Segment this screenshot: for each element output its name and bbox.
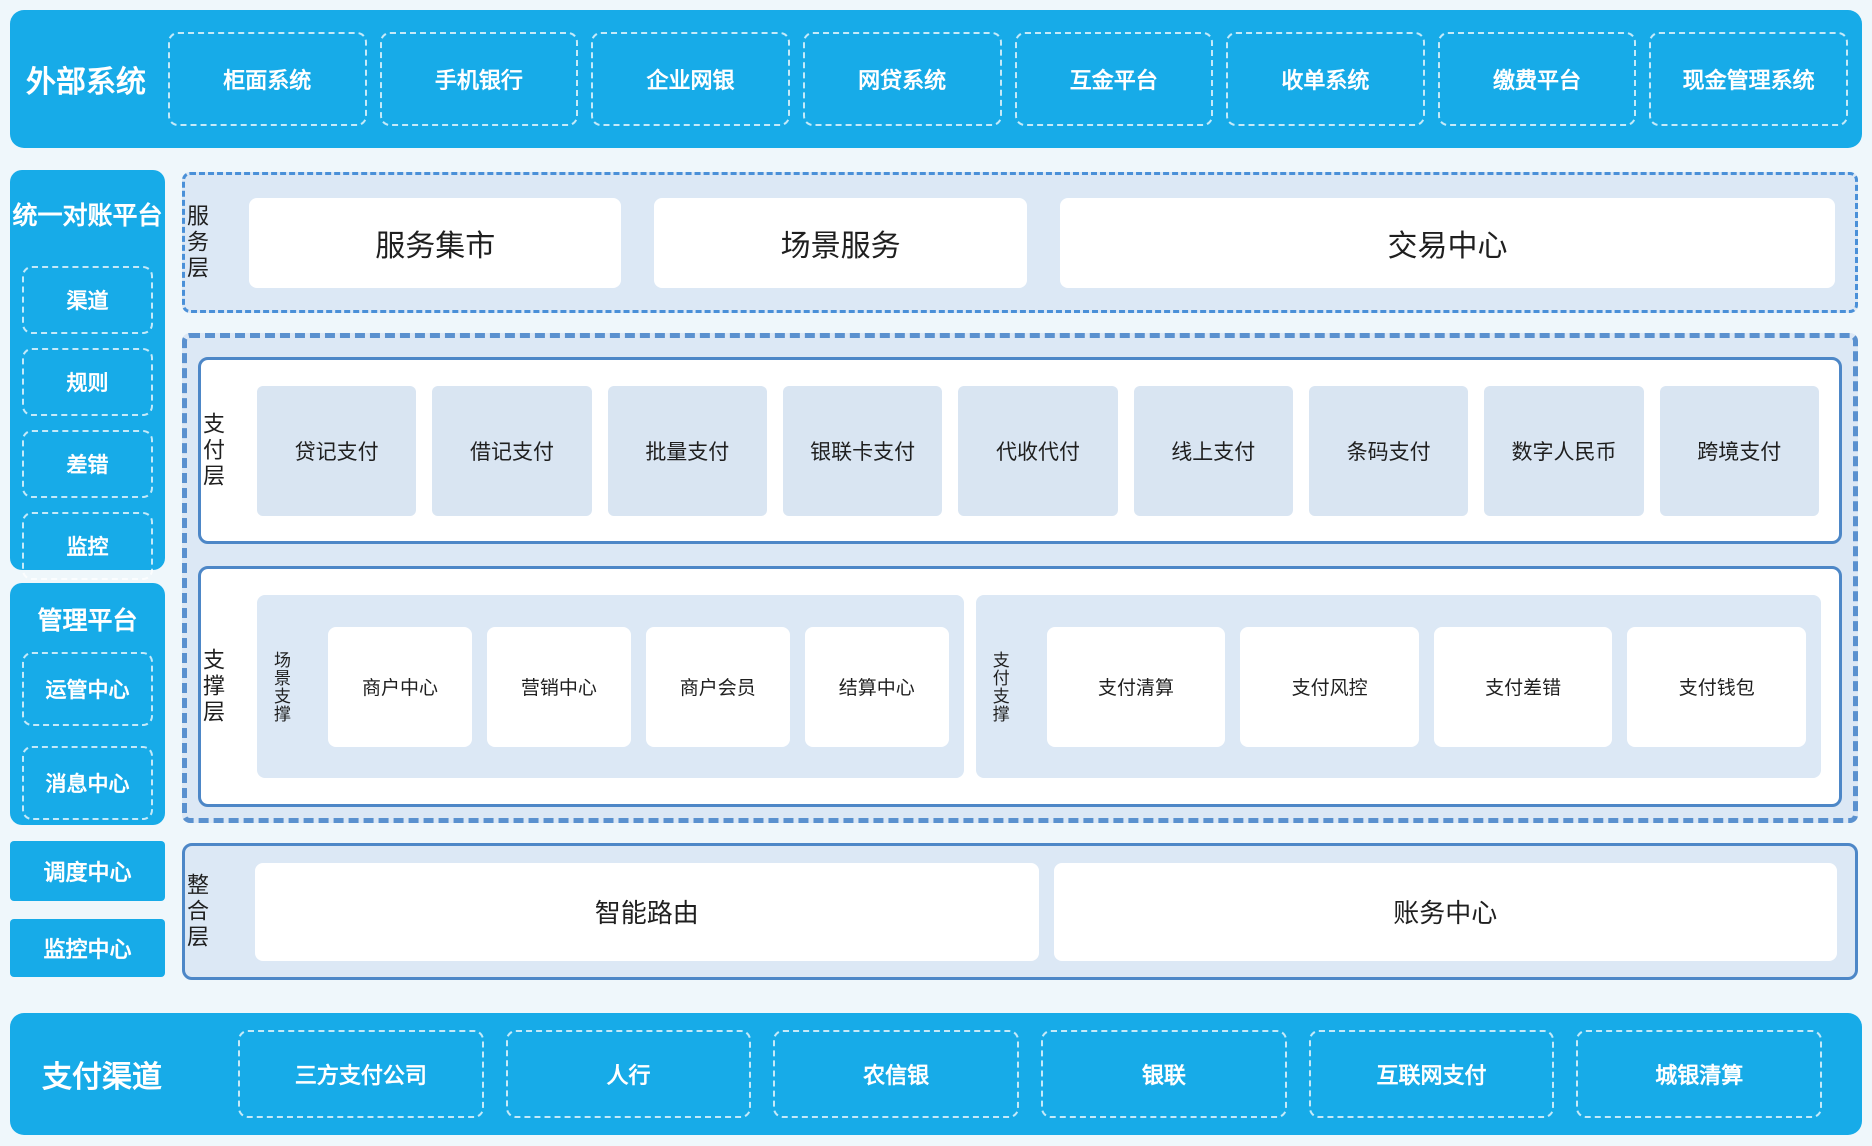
reconciliation-platform-block: 统一对账平台 渠道规则差错监控 [10,170,165,570]
channel-item: 城银清算 [1576,1030,1822,1118]
payment-channels-items: 三方支付公司人行农信银银联互联网支付城银清算 [238,1030,1822,1118]
service-layer-label: 服务层 [185,204,249,282]
service-card: 交易中心 [1060,198,1835,288]
reconciliation-platform-title: 统一对账平台 [10,196,165,232]
dispatch-center-block: 调度中心 [10,841,165,901]
payment-layer-items: 贷记支付借记支付批量支付银联卡支付代收代付线上支付条码支付数字人民币跨境支付 [257,386,1819,516]
external-system-item: 现金管理系统 [1649,32,1848,126]
reconciliation-item: 渠道 [22,266,153,334]
external-systems-items: 柜面系统手机银行企业网银网贷系统互金平台收单系统缴费平台现金管理系统 [168,32,1848,126]
support-card: 商户中心 [328,627,472,747]
support-card: 商户会员 [646,627,790,747]
payment-item: 代收代付 [958,386,1117,516]
external-systems-bar: 外部系统 柜面系统手机银行企业网银网贷系统互金平台收单系统缴费平台现金管理系统 [10,10,1862,148]
payment-item: 数字人民币 [1484,386,1643,516]
payment-support-label: 支付支撑 [991,651,1047,723]
channel-item: 人行 [506,1030,752,1118]
support-layer-panel: 支撑层 场景支撑 商户中心营销中心商户会员结算中心 支付支撑 支付清算支付风控支… [198,566,1842,807]
service-layer-cards: 服务集市场景服务交易中心 [249,198,1835,288]
integration-layer-cards: 智能路由账务中心 [255,863,1837,961]
management-item: 消息中心 [22,746,153,820]
payment-support-group: 支付支撑 支付清算支付风控支付差错支付钱包 [976,595,1821,778]
core-layers-dashed-container: 支付层 贷记支付借记支付批量支付银联卡支付代收代付线上支付条码支付数字人民币跨境… [182,333,1858,823]
payment-item: 借记支付 [432,386,591,516]
support-card: 营销中心 [487,627,631,747]
management-item: 运管中心 [22,652,153,726]
service-card: 服务集市 [249,198,621,288]
management-platform-block: 管理平台 运管中心消息中心 [10,583,165,825]
payment-channels-title: 支付渠道 [42,1052,162,1096]
external-system-item: 柜面系统 [168,32,367,126]
payment-item: 批量支付 [608,386,767,516]
payment-item: 贷记支付 [257,386,416,516]
channel-item: 三方支付公司 [238,1030,484,1118]
reconciliation-item: 规则 [22,348,153,416]
external-system-item: 收单系统 [1226,32,1425,126]
integration-card: 账务中心 [1054,863,1838,961]
external-system-item: 企业网银 [591,32,790,126]
external-system-item: 缴费平台 [1438,32,1637,126]
channel-item: 互联网支付 [1309,1030,1555,1118]
monitor-center-block: 监控中心 [10,919,165,977]
support-layer-groups: 场景支撑 商户中心营销中心商户会员结算中心 支付支撑 支付清算支付风控支付差错支… [257,595,1821,778]
reconciliation-item: 差错 [22,430,153,498]
payment-item: 跨境支付 [1660,386,1819,516]
scene-support-group: 场景支撑 商户中心营销中心商户会员结算中心 [257,595,964,778]
channel-item: 银联 [1041,1030,1287,1118]
support-card: 支付钱包 [1627,627,1806,747]
external-system-item: 互金平台 [1015,32,1214,126]
integration-layer-panel: 整合层 智能路由账务中心 [182,843,1858,980]
integration-layer-label: 整合层 [185,873,255,951]
integration-card: 智能路由 [255,863,1039,961]
reconciliation-item: 监控 [22,512,153,580]
architecture-diagram: 外部系统 柜面系统手机银行企业网银网贷系统互金平台收单系统缴费平台现金管理系统 … [0,0,1872,1146]
payment-item: 线上支付 [1134,386,1293,516]
scene-support-label: 场景支撑 [272,651,328,723]
external-system-item: 网贷系统 [803,32,1002,126]
reconciliation-items: 渠道规则差错监控 [10,266,165,580]
service-card: 场景服务 [654,198,1026,288]
support-card: 结算中心 [805,627,949,747]
support-layer-label: 支撑层 [201,648,257,726]
support-card: 支付差错 [1434,627,1613,747]
external-systems-title: 外部系统 [26,57,146,101]
support-card: 支付风控 [1240,627,1419,747]
management-items: 运管中心消息中心 [10,652,165,820]
scene-support-cards: 商户中心营销中心商户会员结算中心 [328,627,949,747]
payment-layer-panel: 支付层 贷记支付借记支付批量支付银联卡支付代收代付线上支付条码支付数字人民币跨境… [198,357,1842,544]
support-card: 支付清算 [1047,627,1226,747]
payment-item: 条码支付 [1309,386,1468,516]
payment-support-cards: 支付清算支付风控支付差错支付钱包 [1047,627,1806,747]
external-system-item: 手机银行 [380,32,579,126]
management-platform-title: 管理平台 [10,601,165,637]
payment-channels-bar: 支付渠道 三方支付公司人行农信银银联互联网支付城银清算 [10,1013,1862,1135]
payment-layer-label: 支付层 [201,412,257,490]
channel-item: 农信银 [773,1030,1019,1118]
service-layer-box: 服务层 服务集市场景服务交易中心 [182,172,1858,313]
payment-item: 银联卡支付 [783,386,942,516]
